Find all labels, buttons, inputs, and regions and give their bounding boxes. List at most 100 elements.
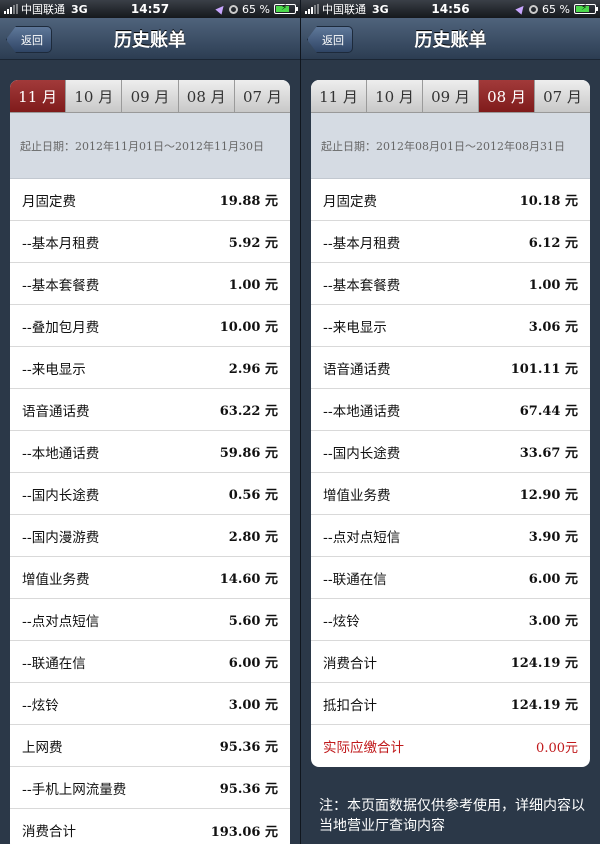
bill-item-label: --来电显示 bbox=[22, 361, 86, 378]
carrier-name: 中国联通 bbox=[322, 3, 366, 16]
bill-item-amount: 3.00 元 bbox=[228, 698, 278, 713]
bill-item-amount: 10.00 元 bbox=[219, 320, 278, 335]
bill-row: 抵扣合计 124.19 元 bbox=[311, 683, 590, 725]
bill-item-amount: 95.36 元 bbox=[219, 740, 278, 755]
bill-item-amount: 6.00 元 bbox=[228, 656, 278, 671]
bill-row: 增值业务费 12.90 元 bbox=[311, 473, 590, 515]
bill-item-amount: 124.19 元 bbox=[510, 656, 578, 671]
bill-item-amount: 59.86 元 bbox=[219, 446, 278, 461]
bill-rows: 月固定费 10.18 元 --基本月租费 6.12 元 --基本套餐费 1.00 元 --来… bbox=[311, 179, 590, 767]
bill-row: 月固定费 10.18 元 bbox=[311, 179, 590, 221]
bill-row: --炫铃 3.00 元 bbox=[311, 599, 590, 641]
bill-item-amount: 63.22 元 bbox=[219, 404, 278, 419]
bill-item-label: 增值业务费 bbox=[22, 571, 90, 588]
bill-item-amount: 0.00元 bbox=[536, 740, 578, 756]
content-area: 11 月 10 月 09 月 08 月 07 月 起止日期：2012年08月01… bbox=[301, 60, 600, 844]
bill-rows: 月固定费 19.88 元 --基本月租费 5.92 元 --基本套餐费 1.00 元 --叠… bbox=[10, 179, 290, 844]
battery-percent: 65 % bbox=[242, 2, 270, 16]
bill-item-label: --手机上网流量费 bbox=[22, 781, 127, 798]
bill-item-amount: 6.12 元 bbox=[528, 236, 578, 251]
bill-row: --国内长途费 33.67 元 bbox=[311, 431, 590, 473]
signal-icon bbox=[4, 4, 18, 14]
tab-month-11[interactable]: 11 月 bbox=[311, 80, 367, 112]
back-button[interactable]: 返回 bbox=[6, 26, 52, 53]
month-tabs: 11 月 10 月 09 月 08 月 07 月 bbox=[10, 80, 290, 113]
phone-screen-august: 中国联通 3G 14:56 65 % ⚡ 返回 历史账单 11 月 10 月 0… bbox=[300, 0, 600, 844]
network-type: 3G bbox=[372, 2, 389, 16]
rotation-lock-icon bbox=[529, 4, 539, 14]
bill-row: --基本月租费 6.12 元 bbox=[311, 221, 590, 263]
bill-item-amount: 6.00 元 bbox=[528, 572, 578, 587]
screens: 中国联通 3G 14:57 65 % ⚡ 返回 历史账单 11 月 10 月 0… bbox=[0, 0, 600, 844]
tab-month-09[interactable]: 09 月 bbox=[423, 80, 479, 112]
bill-row: 上网费 95.36 元 bbox=[10, 725, 290, 767]
rotation-lock-icon bbox=[229, 4, 239, 14]
bill-row: --国内长途费 0.56 元 bbox=[10, 473, 290, 515]
bill-item-label: --国内长途费 bbox=[323, 445, 401, 462]
bill-row: --国内漫游费 2.80 元 bbox=[10, 515, 290, 557]
bill-item-amount: 0.56 元 bbox=[228, 488, 278, 503]
location-icon bbox=[215, 3, 227, 15]
signal-icon bbox=[305, 4, 319, 14]
tab-month-07[interactable]: 07 月 bbox=[235, 80, 290, 112]
bill-item-amount: 193.06 元 bbox=[210, 824, 278, 840]
bill-item-label: 抵扣合计 bbox=[323, 697, 377, 714]
bill-item-amount: 67.44 元 bbox=[519, 404, 578, 419]
location-icon bbox=[515, 3, 527, 15]
bill-card: 11 月 10 月 09 月 08 月 07 月 起止日期：2012年11月01… bbox=[10, 80, 290, 844]
tab-month-07[interactable]: 07 月 bbox=[535, 80, 590, 112]
bill-item-label: --联通在信 bbox=[22, 655, 86, 672]
bill-row: 消费合计 124.19 元 bbox=[311, 641, 590, 683]
date-range: 起止日期：2012年08月01日～2012年08月31日 bbox=[311, 113, 590, 179]
bill-item-label: --国内长途费 bbox=[22, 487, 100, 504]
tab-month-10[interactable]: 10 月 bbox=[367, 80, 423, 112]
bill-item-amount: 2.80 元 bbox=[228, 530, 278, 545]
bill-row: 月固定费 19.88 元 bbox=[10, 179, 290, 221]
bill-item-amount: 3.06 元 bbox=[528, 320, 578, 335]
bill-item-amount: 101.11 元 bbox=[510, 362, 578, 377]
bill-row: --本地通话费 59.86 元 bbox=[10, 431, 290, 473]
nav-bar: 返回 历史账单 bbox=[301, 18, 600, 60]
tab-month-08[interactable]: 08 月 bbox=[179, 80, 235, 112]
bill-row: 语音通话费 63.22 元 bbox=[10, 389, 290, 431]
bill-row: --手机上网流量费 95.36 元 bbox=[10, 767, 290, 809]
bill-item-label: --国内漫游费 bbox=[22, 529, 100, 546]
bill-item-label: --来电显示 bbox=[323, 319, 387, 336]
bill-item-amount: 33.67 元 bbox=[519, 446, 578, 461]
bill-item-amount: 2.96 元 bbox=[228, 362, 278, 377]
bill-item-label: 实际应缴合计 bbox=[323, 740, 404, 756]
bill-row: --基本套餐费 1.00 元 bbox=[10, 263, 290, 305]
bill-item-amount: 14.60 元 bbox=[219, 572, 278, 587]
nav-bar: 返回 历史账单 bbox=[0, 18, 300, 60]
status-bar: 中国联通 3G 14:56 65 % ⚡ bbox=[301, 0, 600, 18]
bill-item-amount: 19.88 元 bbox=[219, 194, 278, 209]
bill-row: 消费合计 193.06 元 bbox=[10, 809, 290, 844]
page-title: 历史账单 bbox=[114, 29, 186, 51]
tab-month-09[interactable]: 09 月 bbox=[122, 80, 179, 112]
bill-item-label: 消费合计 bbox=[323, 655, 377, 672]
status-bar: 中国联通 3G 14:57 65 % ⚡ bbox=[0, 0, 300, 18]
bill-item-label: 消费合计 bbox=[22, 824, 76, 840]
bill-item-label: --炫铃 bbox=[323, 613, 360, 630]
bill-item-amount: 5.92 元 bbox=[228, 236, 278, 251]
tab-month-08[interactable]: 08 月 bbox=[479, 80, 535, 112]
bill-row: --基本套餐费 1.00 元 bbox=[311, 263, 590, 305]
bill-item-label: --基本月租费 bbox=[323, 235, 401, 252]
bill-item-label: --基本套餐费 bbox=[22, 277, 100, 294]
carrier-name: 中国联通 bbox=[21, 3, 65, 16]
bill-row: 实际应缴合计 0.00元 bbox=[311, 725, 590, 767]
back-button[interactable]: 返回 bbox=[307, 26, 353, 53]
network-type: 3G bbox=[71, 2, 88, 16]
bill-item-amount: 3.90 元 bbox=[528, 530, 578, 545]
bill-item-label: --基本月租费 bbox=[22, 235, 100, 252]
bill-row: --来电显示 3.06 元 bbox=[311, 305, 590, 347]
bill-item-amount: 3.00 元 bbox=[528, 614, 578, 629]
tab-month-10[interactable]: 10 月 bbox=[66, 80, 123, 112]
bill-item-label: --炫铃 bbox=[22, 697, 59, 714]
tab-month-11[interactable]: 11 月 bbox=[10, 80, 67, 112]
bill-item-label: --联通在信 bbox=[323, 571, 387, 588]
bill-row: --点对点短信 5.60 元 bbox=[10, 599, 290, 641]
bill-item-amount: 12.90 元 bbox=[519, 488, 578, 503]
month-tabs: 11 月 10 月 09 月 08 月 07 月 bbox=[311, 80, 590, 113]
bill-item-label: --本地通话费 bbox=[22, 445, 100, 462]
